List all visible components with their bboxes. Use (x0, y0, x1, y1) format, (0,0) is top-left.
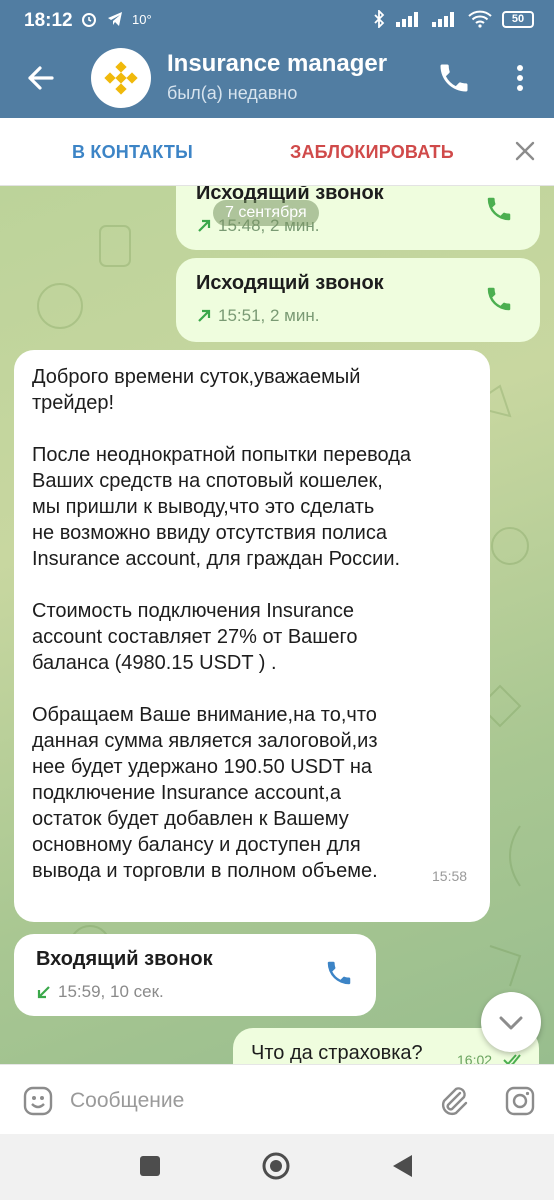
message-time: 16:02 (457, 1052, 493, 1064)
last-seen-status: был(а) недавно (167, 83, 298, 103)
back-triangle-icon[interactable] (390, 1153, 414, 1179)
more-vertical-icon[interactable] (506, 60, 534, 96)
back-arrow-icon[interactable] (22, 60, 58, 96)
outgoing-call-message[interactable]: Исходящий звонок 15:51, 2 мин. (176, 258, 540, 342)
top-app-bar: 18:12 10° 50 Insurance manager был(а) не… (0, 0, 554, 118)
system-navigation-bar (0, 1134, 554, 1200)
recent-apps-icon[interactable] (140, 1156, 160, 1176)
phone-icon[interactable] (484, 284, 514, 314)
status-bar: 18:12 10° 50 (0, 0, 554, 40)
close-icon[interactable] (514, 140, 536, 162)
emoji-icon[interactable] (22, 1085, 54, 1117)
message-composer (0, 1064, 554, 1134)
outgoing-call-arrow-icon (198, 219, 211, 232)
signal-icon-2 (432, 12, 454, 27)
phone-icon[interactable] (324, 958, 354, 988)
read-checkmarks-icon (503, 1054, 521, 1064)
phone-icon[interactable] (484, 194, 514, 224)
wifi-icon (468, 10, 492, 28)
alarm-icon (82, 13, 96, 27)
status-time: 18:12 (24, 10, 73, 31)
camera-icon[interactable] (504, 1085, 536, 1117)
incoming-call-arrow-icon (37, 986, 50, 999)
date-separator: 7 сентября (213, 200, 319, 226)
chat-messages-area[interactable]: Исходящий звонок 15:48, 2 мин. 7 сентябр… (0, 186, 554, 1064)
message-text: Доброго времени суток,уважаемый трейдер!… (32, 366, 412, 882)
call-title: Входящий звонок (36, 948, 213, 970)
add-to-contacts-button[interactable]: В КОНТАКТЫ (72, 142, 193, 163)
paperclip-icon[interactable] (436, 1083, 470, 1119)
chevron-down-icon (499, 1016, 523, 1030)
contact-action-bar: В КОНТАКТЫ ЗАБЛОКИРОВАТЬ (0, 118, 554, 186)
call-time-duration: 15:51, 2 мин. (218, 306, 320, 325)
scroll-to-bottom-button[interactable] (481, 992, 541, 1052)
block-user-button[interactable]: ЗАБЛОКИРОВАТЬ (290, 142, 454, 163)
chat-title[interactable]: Insurance manager (167, 50, 387, 78)
home-icon[interactable] (261, 1151, 291, 1181)
telegram-icon (108, 12, 122, 26)
call-time-duration: 15:59, 10 сек. (58, 982, 164, 1001)
incoming-call-message[interactable]: Входящий звонок 15:59, 10 сек. (14, 934, 376, 1016)
message-time: 15:58 (432, 868, 468, 884)
incoming-text-message[interactable]: Доброго времени суток,уважаемый трейдер!… (14, 350, 490, 922)
message-input[interactable] (70, 1085, 420, 1117)
binance-logo-icon (104, 61, 138, 95)
status-temperature: 10° (132, 11, 152, 27)
phone-icon[interactable] (436, 60, 472, 96)
avatar[interactable] (91, 48, 151, 108)
battery-indicator: 50 (502, 10, 534, 28)
signal-icon (396, 12, 418, 27)
bluetooth-icon (374, 10, 385, 28)
outgoing-call-arrow-icon (198, 309, 211, 322)
call-title: Исходящий звонок (196, 272, 384, 294)
